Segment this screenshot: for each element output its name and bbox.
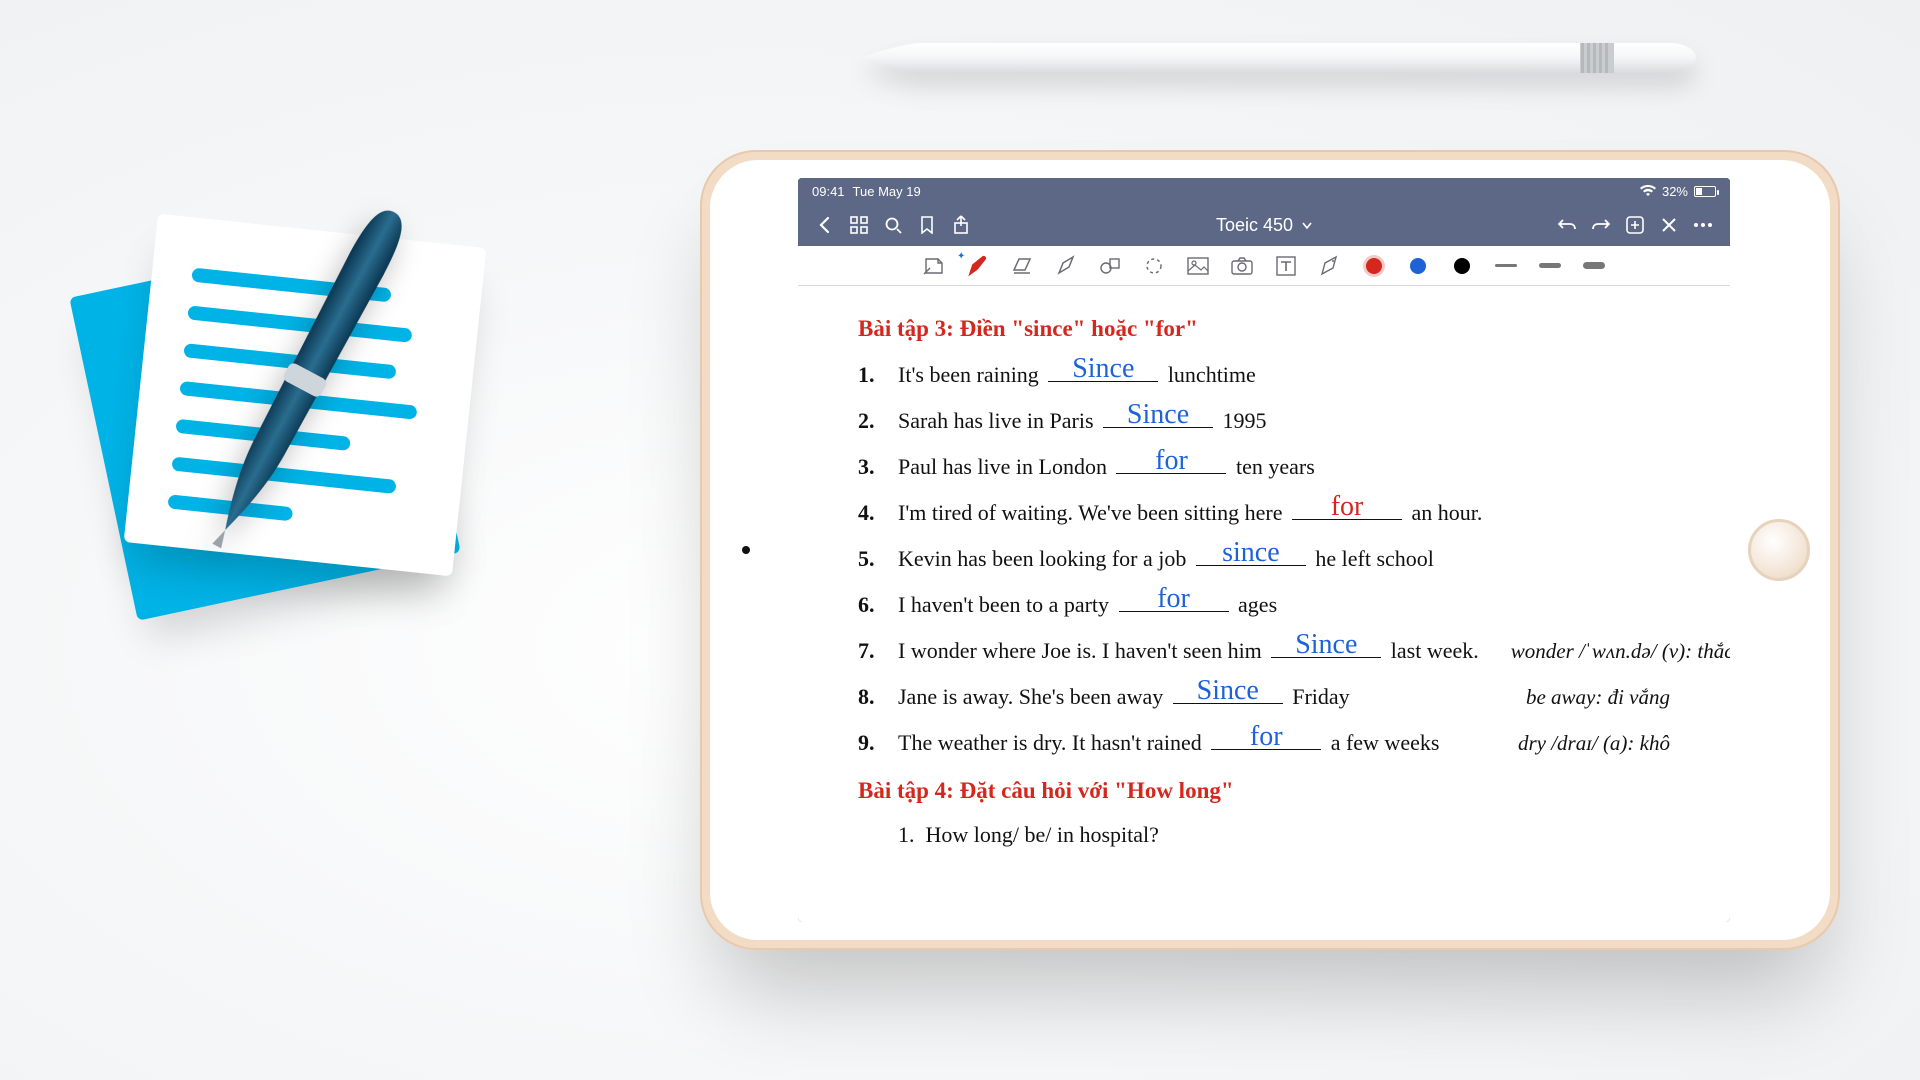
item-sentence: Kevin has been looking for a job since h… (898, 544, 1434, 572)
wifi-icon (1640, 185, 1656, 197)
fill-blank[interactable]: for (1116, 452, 1226, 474)
text-tool-icon[interactable] (1275, 255, 1297, 277)
share-icon[interactable] (944, 208, 978, 242)
exercise-3-item: 2. Sarah has live in Paris Since 1995 (858, 406, 1670, 434)
item-number: 4. (858, 500, 884, 526)
stroke-thin[interactable] (1495, 255, 1517, 277)
fill-blank[interactable]: for (1292, 498, 1402, 520)
color-red[interactable] (1363, 255, 1385, 277)
handwritten-answer: Since (1127, 399, 1189, 431)
notepad-illustration (70, 210, 500, 640)
title-bar: Toeic 450 (798, 204, 1730, 246)
readonly-tool-icon[interactable] (923, 255, 945, 277)
eraser-tool-icon[interactable] (1011, 255, 1033, 277)
front-camera-icon (742, 546, 750, 554)
bookmark-icon[interactable] (910, 208, 944, 242)
item-sentence: I'm tired of waiting. We've been sitting… (898, 498, 1482, 526)
item-sentence: Jane is away. She's been away Since Frid… (898, 682, 1350, 710)
handwritten-answer: for (1155, 445, 1188, 477)
item-number: 7. (858, 638, 884, 664)
exercise-3-item: 9. The weather is dry. It hasn't rained f… (858, 728, 1670, 756)
ipad-screen: 09:41 Tue May 19 32% (798, 178, 1730, 922)
exercise-3-heading: Bài tập 3: Điền "since" hoặc "for" (858, 316, 1670, 342)
item-sentence: Paul has live in London for ten years (898, 452, 1315, 480)
color-black[interactable] (1451, 255, 1473, 277)
item-number: 2. (858, 408, 884, 434)
fill-blank[interactable]: since (1196, 544, 1306, 566)
handwritten-answer: Since (1197, 675, 1259, 707)
item-number: 5. (858, 546, 884, 572)
more-icon[interactable] (1686, 208, 1720, 242)
status-time: 09:41 (812, 184, 845, 199)
chevron-down-icon (1302, 222, 1312, 230)
item-number: 1. (858, 362, 884, 388)
exercise-4-item-1: 1. How long/ be/ in hospital? (858, 822, 1670, 848)
item-sentence: It's been raining Since lunchtime (898, 360, 1256, 388)
fill-blank[interactable]: Since (1173, 682, 1283, 704)
highlighter-tool-icon[interactable] (1055, 255, 1077, 277)
gloss-note: dry /draɪ/ (a): khô (1500, 731, 1670, 756)
stroke-med[interactable] (1539, 255, 1561, 277)
exercise-3-item: 4. I'm tired of waiting. We've been sitti… (858, 498, 1670, 526)
camera-tool-icon[interactable] (1231, 255, 1253, 277)
status-bar: 09:41 Tue May 19 32% (798, 178, 1730, 204)
undo-button[interactable] (1550, 208, 1584, 242)
stroke-thick[interactable] (1583, 255, 1605, 277)
color-blue[interactable] (1407, 255, 1429, 277)
back-button[interactable] (808, 208, 842, 242)
shapes-tool-icon[interactable] (1099, 255, 1121, 277)
image-tool-icon[interactable] (1187, 255, 1209, 277)
exercise-3-item: 8. Jane is away. She's been away Since Fr… (858, 682, 1670, 710)
item-number: 3. (858, 454, 884, 480)
exercise-3-item: 7. I wonder where Joe is. I haven't seen … (858, 636, 1670, 664)
handwritten-answer: Since (1072, 353, 1134, 385)
tool-bar: ✦ (798, 246, 1730, 286)
grid-icon[interactable] (842, 208, 876, 242)
exercise-3-item: 1. It's been raining Since lunchtime (858, 360, 1670, 388)
gloss-note: wonder /ˈwʌn.də/ (v): thắc mắc (1493, 639, 1730, 664)
fill-blank[interactable]: Since (1271, 636, 1381, 658)
exercise-3-item: 3. Paul has live in London for ten years (858, 452, 1670, 480)
item-sentence: I haven't been to a party for ages (898, 590, 1277, 618)
item-number: 6. (858, 592, 884, 618)
pen-tool-icon[interactable]: ✦ (967, 255, 989, 277)
ruler-tool-icon[interactable] (1319, 255, 1341, 277)
exercise-3-item: 6. I haven't been to a party for ages (858, 590, 1670, 618)
home-button[interactable] (1748, 519, 1810, 581)
document-canvas[interactable]: Bài tập 3: Điền "since" hoặc "for" 1. It'… (798, 286, 1730, 922)
battery-pct: 32% (1662, 184, 1688, 199)
exercise-3-item: 5. Kevin has been looking for a job since… (858, 544, 1670, 572)
fill-blank[interactable]: for (1119, 590, 1229, 612)
status-date: Tue May 19 (853, 184, 921, 199)
gloss-note: be away: đi vắng (1508, 685, 1670, 710)
apple-pencil-icon (860, 35, 1700, 81)
exercise-4-heading: Bài tập 4: Đặt câu hỏi với "How long" (858, 778, 1670, 804)
ipad-device: 09:41 Tue May 19 32% (700, 150, 1840, 950)
handwritten-answer: since (1222, 537, 1280, 569)
item-sentence: I wonder where Joe is. I haven't seen hi… (898, 636, 1479, 664)
handwritten-answer: Since (1295, 629, 1357, 661)
search-icon[interactable] (876, 208, 910, 242)
redo-button[interactable] (1584, 208, 1618, 242)
handwritten-answer: for (1157, 583, 1190, 615)
add-button[interactable] (1618, 208, 1652, 242)
fill-blank[interactable]: Since (1103, 406, 1213, 428)
lasso-tool-icon[interactable] (1143, 255, 1165, 277)
item-sentence: The weather is dry. It hasn't rained for… (898, 728, 1439, 756)
item-sentence: Sarah has live in Paris Since 1995 (898, 406, 1267, 434)
battery-icon (1694, 186, 1716, 197)
item-number: 9. (858, 730, 884, 756)
item-number: 8. (858, 684, 884, 710)
handwritten-answer: for (1331, 491, 1364, 523)
handwritten-answer: for (1250, 721, 1283, 753)
close-button[interactable] (1652, 208, 1686, 242)
fill-blank[interactable]: for (1211, 728, 1321, 750)
fill-blank[interactable]: Since (1048, 360, 1158, 382)
